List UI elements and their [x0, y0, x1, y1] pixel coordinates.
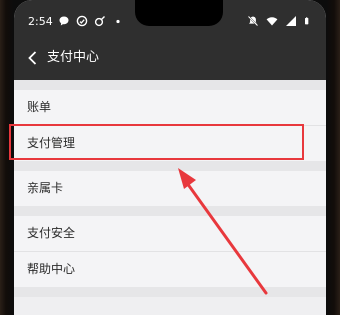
- phone-screen: 2:54 支付中心 账单 支付管理 亲属卡 支付安全 帮助中心: [14, 0, 326, 315]
- menu-item-label: 亲属卡: [27, 181, 64, 195]
- section-separator: [14, 80, 326, 90]
- signal-icon: [286, 16, 296, 26]
- mute-icon: [247, 15, 259, 27]
- dot-icon: [116, 19, 120, 24]
- menu-item-payment-management[interactable]: 支付管理: [14, 126, 326, 161]
- menu-item-payment-security[interactable]: 支付安全: [14, 216, 326, 252]
- menu-item-family-card[interactable]: 亲属卡: [14, 171, 326, 206]
- title-bar: 支付中心: [14, 36, 326, 80]
- section-separator: [14, 287, 326, 297]
- satellite-icon: [94, 16, 105, 27]
- menu-item-bills[interactable]: 账单: [14, 90, 326, 126]
- section-separator: [14, 206, 326, 216]
- section-separator: [14, 161, 326, 171]
- message-bubble-icon: [59, 16, 69, 26]
- camera-notch: [135, 0, 223, 26]
- menu-item-label: 支付安全: [27, 226, 76, 240]
- status-time: 2:54: [28, 15, 53, 28]
- status-right-icons: [247, 15, 312, 27]
- phone-frame: 2:54 支付中心 账单 支付管理 亲属卡 支付安全 帮助中心: [0, 0, 340, 315]
- wechat-icon: [76, 15, 88, 27]
- menu-item-label: 支付管理: [27, 136, 76, 150]
- menu-item-label: 账单: [27, 100, 52, 114]
- payment-menu: 账单 支付管理 亲属卡 支付安全 帮助中心: [14, 80, 326, 297]
- chevron-left-icon[interactable]: [26, 50, 40, 66]
- page-title: 支付中心: [47, 50, 100, 65]
- menu-item-help-center[interactable]: 帮助中心: [14, 252, 326, 287]
- wifi-icon: [266, 17, 278, 26]
- status-bar: 2:54: [14, 0, 326, 36]
- menu-item-label: 帮助中心: [27, 262, 76, 276]
- status-left-icons: [58, 15, 124, 27]
- battery-icon: [305, 17, 309, 25]
